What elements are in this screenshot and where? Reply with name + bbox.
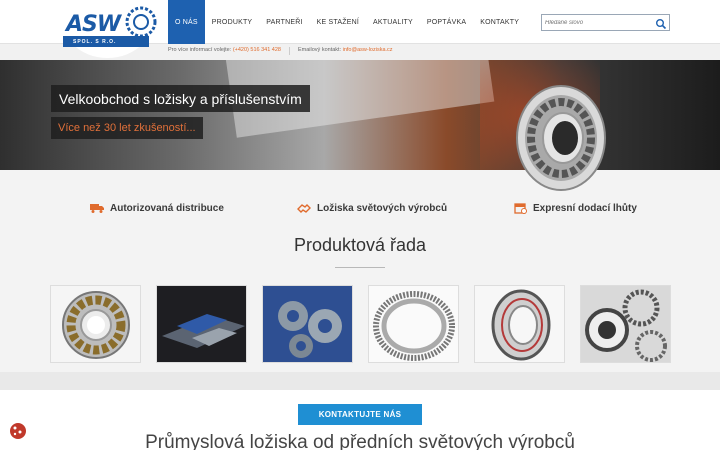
product-image (51, 286, 140, 362)
bottom-section-title: Průmyslová ložiska od předních světových… (145, 432, 575, 450)
logo-subtitle: SPOL. S R.O. (73, 39, 117, 45)
product-card-ball-bearing[interactable] (474, 285, 565, 363)
nav-item-ke-stazeni[interactable]: KE STAŽENÍ (310, 0, 366, 44)
main-nav: O NÁS PRODUKTY PARTNEŘI KE STAŽENÍ AKTUA… (168, 0, 526, 44)
feature-delivery: Expresní dodací lhůty (514, 196, 637, 220)
email-link[interactable]: info@asw-loziska.cz (343, 47, 393, 55)
feature-label: Ložiska světových výrobců (317, 202, 448, 214)
phone-link[interactable]: (+420) 516 341 428 (233, 47, 281, 55)
product-image (157, 286, 246, 362)
product-card-bearing-housing-units[interactable] (262, 285, 353, 363)
feature-label: Autorizovaná distribuce (110, 202, 224, 214)
hero-title: Velkoobchod s ložisky a příslušenstvím (51, 85, 310, 112)
product-image (581, 286, 670, 362)
title-divider (335, 267, 385, 268)
product-card-industrial-gears[interactable] (580, 285, 671, 363)
contact-us-button[interactable]: KONTAKTUJTE NÁS (298, 404, 422, 425)
feature-distribution: Autorizovaná distribuce (90, 196, 224, 220)
hero-subtitle: Více než 30 let zkušeností... (51, 117, 203, 139)
product-card-slewing-ring[interactable] (368, 285, 459, 363)
feature-label: Expresní dodací lhůty (533, 202, 637, 214)
nav-item-poptavka[interactable]: POPTÁVKA (420, 0, 473, 44)
header: ASW SPOL. S R.O. O NÁS PRODUKTY PARTNEŘI… (0, 0, 720, 60)
nav-item-aktuality[interactable]: AKTUALITY (366, 0, 420, 44)
email-label: Emailový kontakt: (297, 47, 342, 53)
products-title: Produktová řada (293, 235, 427, 255)
nav-item-kontakty[interactable]: KONTAKTY (473, 0, 526, 44)
contact-info-bar: Pro více informací volejte: (+420) 516 3… (168, 47, 393, 55)
features-row: Autorizovaná distribuce Ložiska světovýc… (0, 196, 720, 220)
nav-item-produkty[interactable]: PRODUKTY (205, 0, 260, 44)
logo-text: ASW (66, 12, 121, 37)
gray-band (0, 372, 720, 390)
info-divider (288, 47, 290, 55)
hero-banner (0, 60, 720, 170)
product-image (369, 286, 458, 362)
search-button[interactable] (655, 17, 667, 30)
product-card-linear-guide[interactable] (156, 285, 247, 363)
handshake-icon (297, 204, 311, 213)
product-card-spherical-roller-bearing[interactable] (50, 285, 141, 363)
hero-bearing-image (516, 85, 606, 191)
logo[interactable]: ASW SPOL. S R.O. (57, 0, 158, 58)
truck-icon (90, 204, 104, 213)
nav-item-partneri[interactable]: PARTNEŘI (259, 0, 309, 44)
search-box (541, 14, 670, 31)
nav-item-o-nas[interactable]: O NÁS (168, 0, 205, 44)
feature-manufacturers: Ložiska světových výrobců (297, 196, 447, 220)
product-image (475, 286, 564, 362)
search-icon (656, 19, 667, 30)
product-image (263, 286, 352, 362)
calendar-icon (514, 203, 527, 214)
phone-label: Pro více informací volejte: (168, 47, 232, 53)
search-input[interactable] (545, 17, 653, 29)
cookie-icon[interactable] (9, 422, 27, 440)
